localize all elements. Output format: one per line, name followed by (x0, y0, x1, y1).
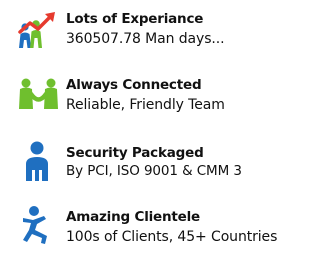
feature-connected: Always Connected Reliable, Friendly Team (0, 74, 329, 124)
feature-title: Security Packaged (66, 145, 204, 161)
feature-description: 100s of Clients, 45+ Countries (66, 229, 278, 245)
people-growth-arrow-icon (16, 10, 62, 50)
connected-people-icon (17, 77, 63, 111)
secure-user-icon (22, 140, 52, 182)
feature-title: Lots of Experiance (66, 11, 204, 27)
feature-experience: Lots of Experiance 360507.78 Man days... (0, 8, 329, 58)
feature-description: 360507.78 Man days... (66, 31, 225, 47)
feature-title: Amazing Clientele (66, 209, 201, 225)
feature-security: Security Packaged By PCI, ISO 9001 & CMM… (0, 138, 329, 188)
running-person-icon (20, 205, 54, 245)
feature-clientele: Amazing Clientele 100s of Clients, 45+ C… (0, 203, 329, 253)
feature-description: By PCI, ISO 9001 & CMM 3 (66, 163, 242, 179)
feature-title: Always Connected (66, 77, 202, 93)
feature-description: Reliable, Friendly Team (66, 97, 225, 113)
